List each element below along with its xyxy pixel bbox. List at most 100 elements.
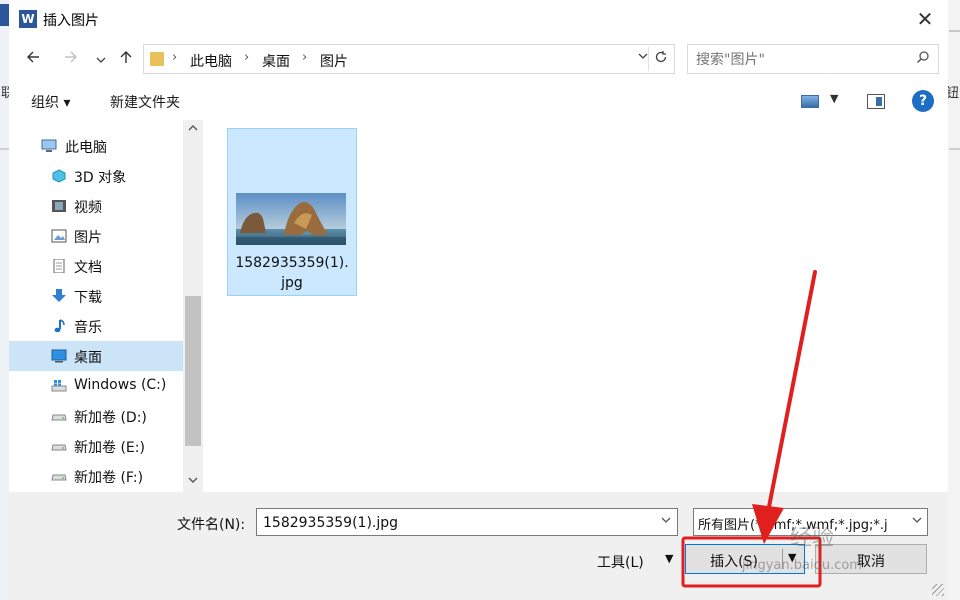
music-icon bbox=[54, 319, 65, 333]
new-folder-button[interactable]: 新建文件夹 bbox=[110, 92, 180, 112]
tree-item-drive-c[interactable]: Windows (C:) bbox=[9, 371, 183, 401]
background-divider bbox=[949, 30, 960, 32]
chevron-up-icon bbox=[188, 125, 198, 131]
view-options-dropdown[interactable]: ▼ bbox=[830, 92, 838, 105]
document-icon bbox=[53, 259, 65, 273]
tree-item-drive-d[interactable]: 新加卷 (D:) bbox=[9, 401, 183, 431]
picture-icon bbox=[51, 229, 67, 243]
help-icon[interactable]: ? bbox=[912, 90, 934, 112]
scroll-thumb[interactable] bbox=[185, 296, 201, 446]
scroll-up-button[interactable] bbox=[183, 120, 203, 140]
tree-item-label: 音乐 bbox=[74, 320, 102, 336]
tree-item-desktop[interactable]: 桌面 bbox=[9, 341, 183, 371]
filename-input[interactable] bbox=[261, 512, 645, 534]
background-window-left-edge: 联 bbox=[0, 0, 14, 600]
cube-icon bbox=[52, 169, 66, 183]
file-name-line: jpg bbox=[281, 275, 303, 291]
tree-item-music[interactable]: 音乐 bbox=[9, 311, 183, 341]
tree-item-label: 3D 对象 bbox=[74, 170, 127, 186]
watermark-subtext: jingyan.baidu.com bbox=[742, 558, 862, 573]
chevron-right-icon: › bbox=[302, 50, 308, 65]
title-bar: W 插入图片 ✕ bbox=[9, 0, 948, 38]
scroll-down-button[interactable] bbox=[183, 472, 203, 492]
filename-label: 文件名(N): bbox=[177, 517, 246, 533]
video-icon bbox=[52, 200, 66, 212]
arrow-up-icon bbox=[120, 51, 132, 63]
drive-icon bbox=[51, 444, 67, 451]
refresh-icon bbox=[655, 51, 667, 63]
close-icon: ✕ bbox=[916, 7, 934, 31]
desktop-icon bbox=[51, 349, 67, 363]
tree-item-documents[interactable]: 文档 bbox=[9, 251, 183, 281]
chevron-right-icon: › bbox=[172, 50, 178, 65]
address-dropdown-button[interactable] bbox=[638, 50, 648, 64]
tree-item-this-pc[interactable]: 此电脑 bbox=[9, 131, 183, 161]
background-divider bbox=[0, 148, 9, 150]
background-divider bbox=[949, 148, 960, 150]
search-input[interactable] bbox=[694, 49, 898, 71]
address-bar[interactable]: › 此电脑 › 桌面 › 图片 bbox=[143, 44, 675, 74]
file-list-area: 1582935359(1). jpg bbox=[205, 120, 948, 492]
organize-button[interactable]: 组织 ▾ bbox=[31, 92, 70, 112]
chevron-down-icon bbox=[638, 53, 648, 59]
file-item-selected[interactable]: 1582935359(1). jpg bbox=[227, 128, 357, 296]
drive-icon bbox=[51, 414, 67, 421]
address-row: › 此电脑 › 桌面 › 图片 bbox=[9, 42, 948, 78]
preview-pane-icon[interactable] bbox=[867, 94, 885, 109]
resize-grip[interactable] bbox=[932, 584, 944, 596]
tree-item-label: 新加卷 (E:) bbox=[74, 440, 145, 456]
arrow-left-icon bbox=[27, 51, 39, 63]
tree-item-label: 下载 bbox=[74, 290, 102, 306]
tree-item-pictures[interactable]: 图片 bbox=[9, 221, 183, 251]
search-icon bbox=[916, 50, 930, 68]
search-box[interactable] bbox=[687, 44, 939, 74]
windows-drive-icon bbox=[51, 380, 67, 392]
forward-button[interactable] bbox=[59, 48, 83, 72]
tree-item-label: 新加卷 (D:) bbox=[74, 410, 147, 426]
navigation-pane: 此电脑 3D 对象 视频 图片 文档 下载 音乐 桌面 Windows (C:)… bbox=[9, 120, 203, 492]
tree-item-3d-objects[interactable]: 3D 对象 bbox=[9, 161, 183, 191]
chevron-down-icon bbox=[96, 57, 106, 63]
download-icon bbox=[52, 289, 66, 302]
change-view-icon[interactable] bbox=[801, 95, 819, 108]
breadcrumb-desktop[interactable]: 桌面 bbox=[262, 51, 290, 71]
breadcrumb-this-pc[interactable]: 此电脑 bbox=[190, 51, 232, 71]
tree-item-label: 图片 bbox=[74, 230, 102, 246]
computer-icon bbox=[41, 139, 57, 152]
drive-icon bbox=[51, 474, 67, 481]
tools-button[interactable]: 工具(L) bbox=[597, 552, 644, 572]
tree-item-label: 此电脑 bbox=[65, 140, 107, 156]
breadcrumb-pictures[interactable]: 图片 bbox=[320, 51, 348, 71]
watermark-text: 经验 bbox=[790, 526, 835, 551]
word-icon: W bbox=[19, 10, 37, 28]
tree-item-label: 新加卷 (F:) bbox=[74, 470, 144, 486]
refresh-button[interactable] bbox=[648, 47, 673, 71]
insert-picture-dialog: W 插入图片 ✕ › 此电脑 › 桌面 › 图片 搜索"图片" 组织 ▾ 新建文… bbox=[9, 0, 948, 600]
chevron-right-icon: › bbox=[244, 50, 250, 65]
chevron-down-icon[interactable] bbox=[661, 514, 671, 527]
chevron-down-icon bbox=[188, 477, 198, 483]
tree-item-downloads[interactable]: 下载 bbox=[9, 281, 183, 311]
tree-item-label: 桌面 bbox=[74, 350, 102, 366]
navigation-scrollbar[interactable] bbox=[183, 120, 203, 492]
tree-item-videos[interactable]: 视频 bbox=[9, 191, 183, 221]
chevron-down-icon bbox=[912, 514, 922, 527]
tree-item-drive-e[interactable]: 新加卷 (E:) bbox=[9, 431, 183, 461]
dialog-title: 插入图片 bbox=[43, 13, 99, 29]
tree-item-label: Windows (C:) bbox=[74, 377, 167, 393]
background-ribbon-fragment bbox=[0, 4, 9, 26]
folder-icon bbox=[150, 52, 164, 66]
tree-item-label: 视频 bbox=[74, 200, 102, 216]
tree-item-label: 文档 bbox=[74, 260, 102, 276]
tools-dropdown-icon[interactable]: ▼ bbox=[665, 552, 673, 565]
up-button[interactable] bbox=[114, 48, 138, 72]
filename-combobox[interactable] bbox=[256, 508, 678, 536]
close-button[interactable]: ✕ bbox=[902, 4, 948, 34]
tree-item-drive-f[interactable]: 新加卷 (F:) bbox=[9, 461, 183, 491]
file-name: 1582935359(1). jpg bbox=[228, 253, 356, 293]
recent-locations-button[interactable] bbox=[89, 48, 113, 72]
back-button[interactable] bbox=[21, 48, 45, 72]
command-bar: 组织 ▾ 新建文件夹 ▼ ? bbox=[9, 86, 948, 118]
arrow-right-icon bbox=[65, 51, 77, 63]
image-thumbnail bbox=[236, 193, 346, 245]
